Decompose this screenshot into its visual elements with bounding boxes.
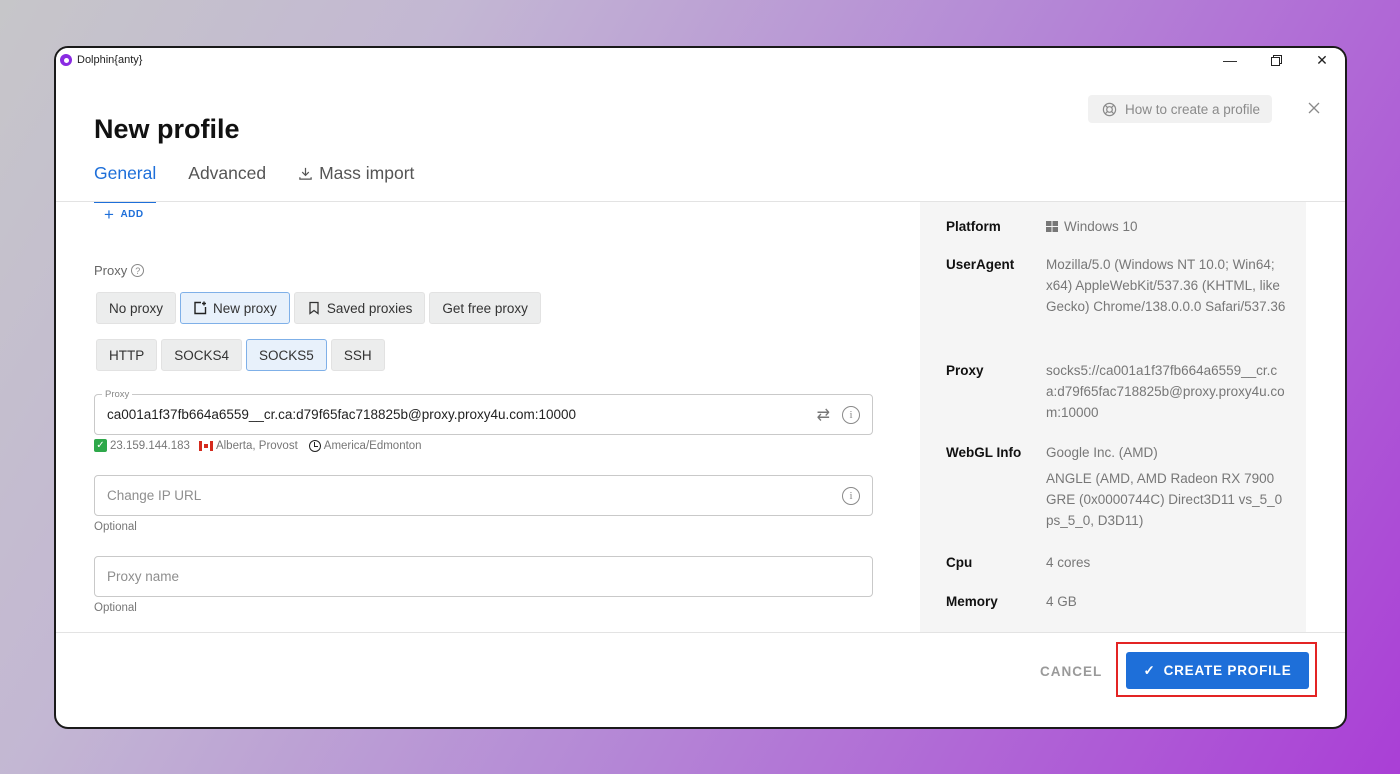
- plus-icon: +: [104, 204, 115, 224]
- help-question-icon[interactable]: ?: [131, 264, 145, 277]
- restore-button[interactable]: [1253, 48, 1299, 72]
- tab-advanced[interactable]: Advanced: [188, 156, 266, 202]
- proxy-field-legend: Proxy: [102, 389, 133, 400]
- platform-label: Platform: [946, 219, 1001, 234]
- no-proxy-label: No proxy: [109, 300, 164, 316]
- change-ip-url-placeholder: Change IP URL: [107, 488, 202, 503]
- window-title: Dolphin{anty}: [77, 54, 143, 66]
- close-dialog-icon[interactable]: [1306, 100, 1322, 116]
- proxy-name-input[interactable]: Proxy name: [94, 556, 873, 597]
- type-http-label: HTTP: [109, 347, 145, 363]
- add-box-icon: [194, 301, 207, 315]
- canada-flag-icon: [198, 440, 213, 451]
- add-button[interactable]: + ADD: [104, 204, 144, 224]
- type-socks5-label: SOCKS5: [259, 347, 314, 363]
- minimize-button[interactable]: —: [1207, 48, 1253, 72]
- memory-label: Memory: [946, 594, 998, 609]
- change-ip-hint: Optional: [94, 521, 137, 533]
- info-icon[interactable]: i: [842, 405, 860, 424]
- change-ip-url-input[interactable]: Change IP URL i: [94, 475, 873, 516]
- platform-value-text: Windows 10: [1064, 219, 1138, 234]
- new-proxy-button[interactable]: New proxy: [180, 292, 290, 324]
- tab-mass-import-label: Mass import: [319, 163, 415, 183]
- lifebuoy-icon: [1102, 102, 1117, 116]
- tab-general-label: General: [94, 163, 157, 183]
- checkmark-icon: ✓: [94, 439, 107, 452]
- memory-value: 4 GB: [1046, 594, 1077, 609]
- proxy-type-group: HTTP SOCKS4 SOCKS5 SSH: [96, 339, 385, 371]
- type-ssh-label: SSH: [343, 347, 372, 363]
- tab-mass-import[interactable]: Mass import: [298, 156, 414, 202]
- windows-icon: [1046, 221, 1058, 232]
- proxy-location: Alberta, Provost: [215, 439, 298, 452]
- proxy-mode-group: No proxy New proxy Saved proxies Get fre…: [96, 292, 541, 324]
- cancel-button[interactable]: CANCEL: [1040, 664, 1102, 679]
- restore-icon: [1270, 54, 1282, 66]
- type-http-button[interactable]: HTTP: [96, 339, 158, 371]
- new-proxy-label: New proxy: [213, 300, 277, 316]
- page-title: New profile: [94, 114, 240, 144]
- info-icon[interactable]: i: [842, 486, 860, 505]
- bookmark-icon: [309, 301, 319, 315]
- webgl-vendor: Google Inc. (AMD): [1046, 445, 1158, 460]
- proxy-ip: 23.159.144.183: [110, 439, 190, 452]
- add-label: ADD: [120, 209, 144, 220]
- proxy-section-label: Proxy ?: [94, 263, 145, 278]
- footer-divider: [56, 632, 1345, 633]
- type-socks4-button[interactable]: SOCKS4: [161, 339, 243, 371]
- type-socks5-button[interactable]: SOCKS5: [246, 339, 327, 371]
- tab-bar: General Advanced Mass import: [94, 156, 414, 203]
- window-controls: — ✕: [1207, 48, 1345, 72]
- webgl-label: WebGL Info: [946, 445, 1022, 460]
- dolphin-logo-icon: [60, 54, 72, 66]
- proxy-timezone: America/Edmonton: [323, 439, 422, 452]
- app-window: Dolphin{anty} — ✕ How to create a profil…: [54, 46, 1347, 729]
- saved-proxies-button[interactable]: Saved proxies: [293, 292, 426, 324]
- useragent-value: Mozilla/5.0 (Windows NT 10.0; Win64; x64…: [1046, 257, 1286, 314]
- type-socks4-label: SOCKS4: [174, 347, 230, 363]
- create-profile-button[interactable]: ✓ CREATE PROFILE: [1126, 652, 1309, 689]
- get-free-proxy-label: Get free proxy: [442, 300, 528, 316]
- proxy-name-hint: Optional: [94, 602, 137, 614]
- no-proxy-button[interactable]: No proxy: [96, 292, 177, 324]
- type-ssh-button[interactable]: SSH: [330, 339, 385, 371]
- how-to-create-profile-button[interactable]: How to create a profile: [1088, 95, 1273, 123]
- webgl-renderer: ANGLE (AMD, AMD Radeon RX 7900 GRE (0x00…: [1046, 471, 1283, 528]
- cpu-label: Cpu: [946, 555, 973, 570]
- saved-proxies-label: Saved proxies: [326, 300, 413, 316]
- how-to-label: How to create a profile: [1125, 101, 1261, 117]
- tab-advanced-label: Advanced: [188, 163, 267, 183]
- proxy-input-value: ca001a1f37fb664a6559__cr.ca:d79f65fac718…: [107, 407, 577, 422]
- create-profile-label: CREATE PROFILE: [1163, 663, 1292, 678]
- summary-proxy-value: socks5://ca001a1f37fb664a6559__cr.ca:d79…: [1046, 363, 1285, 420]
- proxy-input[interactable]: ca001a1f37fb664a6559__cr.ca:d79f65fac718…: [94, 394, 873, 435]
- tab-general[interactable]: General: [94, 156, 157, 203]
- platform-value: Windows 10: [1046, 216, 1286, 237]
- clock-icon: [308, 439, 321, 452]
- close-window-button[interactable]: ✕: [1299, 48, 1345, 72]
- summary-proxy-label: Proxy: [946, 363, 984, 378]
- get-free-proxy-button[interactable]: Get free proxy: [429, 292, 541, 324]
- proxy-label-text: Proxy: [94, 263, 128, 278]
- swap-icon[interactable]: ⇄: [817, 405, 830, 425]
- proxy-name-placeholder: Proxy name: [107, 569, 180, 584]
- check-icon: ✓: [1143, 662, 1156, 678]
- useragent-label: UserAgent: [946, 257, 1015, 272]
- download-icon: [299, 167, 312, 180]
- title-bar: Dolphin{anty} — ✕: [56, 48, 1345, 72]
- proxy-check-result: ✓ 23.159.144.183 Alberta, Provost Americ…: [94, 439, 422, 452]
- cpu-value: 4 cores: [1046, 555, 1091, 570]
